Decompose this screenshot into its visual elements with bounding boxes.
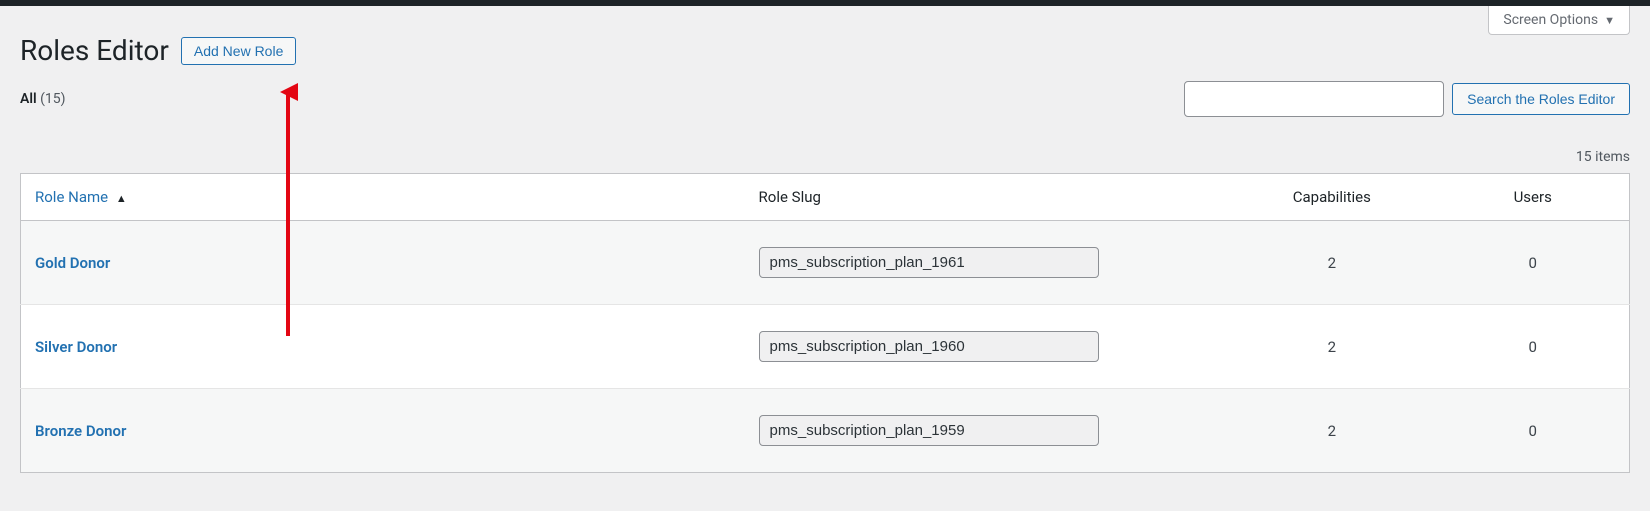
roles-table: Role Name ▲ Role Slug Capabilities Users… <box>20 173 1630 473</box>
users-count: 0 <box>1436 305 1629 389</box>
column-header-capabilities: Capabilities <box>1227 174 1436 221</box>
table-row: Gold Donor 2 0 <box>21 221 1630 305</box>
role-name-link[interactable]: Gold Donor <box>35 254 110 272</box>
role-name-link[interactable]: Bronze Donor <box>35 422 126 440</box>
table-row: Bronze Donor 2 0 <box>21 389 1630 473</box>
users-count: 0 <box>1436 389 1629 473</box>
role-slug-input[interactable] <box>759 247 1099 278</box>
search-input[interactable] <box>1184 81 1444 117</box>
filter-all-link[interactable]: All (15) <box>20 91 66 107</box>
column-header-slug: Role Slug <box>745 174 1228 221</box>
capabilities-count: 2 <box>1227 221 1436 305</box>
role-slug-input[interactable] <box>759 415 1099 446</box>
column-header-users: Users <box>1436 174 1629 221</box>
add-new-role-button[interactable]: Add New Role <box>181 37 297 65</box>
search-button[interactable]: Search the Roles Editor <box>1452 83 1630 115</box>
sort-ascending-icon: ▲ <box>116 192 127 205</box>
users-count: 0 <box>1436 221 1629 305</box>
capabilities-count: 2 <box>1227 389 1436 473</box>
table-row: Silver Donor 2 0 <box>21 305 1630 389</box>
screen-options-label: Screen Options <box>1503 12 1598 28</box>
column-header-name[interactable]: Role Name ▲ <box>21 174 745 221</box>
page-title: Roles Editor <box>20 34 169 67</box>
screen-options-button[interactable]: Screen Options ▼ <box>1488 6 1630 35</box>
role-name-link[interactable]: Silver Donor <box>35 338 117 356</box>
filter-all-count: (15) <box>40 91 65 107</box>
caret-down-icon: ▼ <box>1604 14 1615 27</box>
filter-all-label: All <box>20 91 37 107</box>
role-slug-input[interactable] <box>759 331 1099 362</box>
capabilities-count: 2 <box>1227 305 1436 389</box>
items-count: 15 items <box>20 129 1630 173</box>
